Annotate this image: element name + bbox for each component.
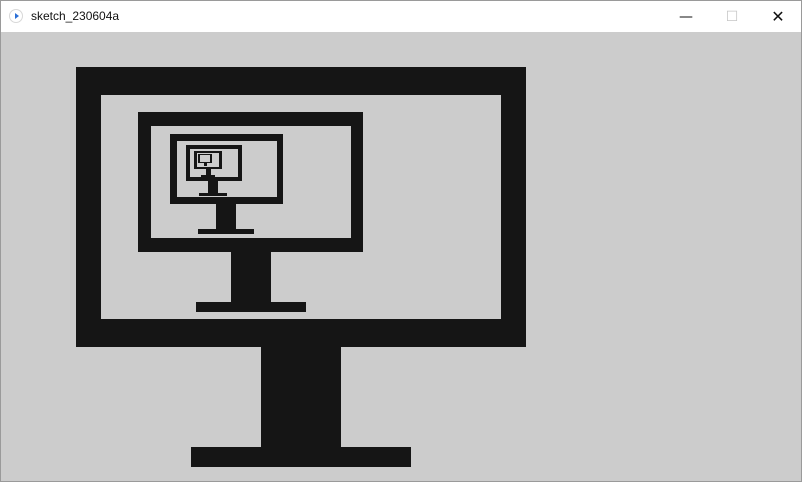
app-window: sketch_230604a — ☐ ✕ — [0, 0, 802, 482]
window-title: sketch_230604a — [31, 9, 120, 23]
close-button[interactable]: ✕ — [755, 1, 801, 32]
monitor-base-2 — [196, 302, 306, 312]
monitor-base-4 — [199, 193, 227, 196]
title-bar[interactable]: sketch_230604a — ☐ ✕ — [1, 1, 801, 33]
monitor-neck-6 — [204, 163, 207, 166]
minimize-button[interactable]: — — [663, 1, 709, 32]
monitor-base-1 — [191, 447, 411, 467]
monitor-base-3 — [198, 229, 254, 234]
monitor-neck-1 — [261, 347, 341, 447]
app-icon — [9, 9, 23, 23]
sketch-canvas[interactable] — [1, 32, 801, 481]
monitor-base-5 — [201, 175, 215, 177]
maximize-button[interactable]: ☐ — [709, 1, 755, 32]
monitor-neck-2 — [231, 252, 271, 302]
monitor-screen-6 — [200, 155, 210, 162]
monitor-neck-4 — [208, 181, 218, 193]
monitor-neck-3 — [216, 204, 236, 229]
